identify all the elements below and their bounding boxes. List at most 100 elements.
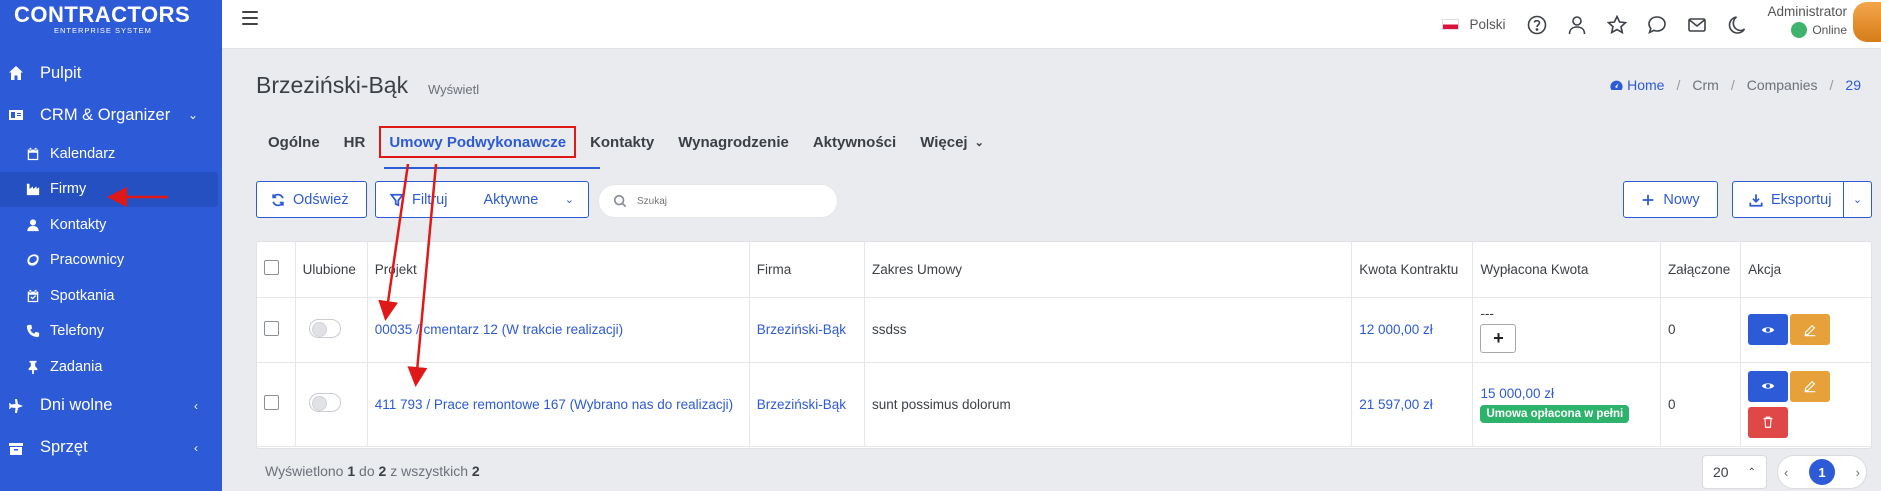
dark-mode-moon-icon[interactable]: [1727, 15, 1747, 35]
project-link[interactable]: 00035 / cmentarz 12 (W trakcie realizacj…: [375, 322, 623, 337]
thumbtack-icon: [26, 360, 40, 374]
user-info[interactable]: Administrator Online: [1767, 4, 1847, 38]
add-payment-button[interactable]: +: [1480, 324, 1517, 353]
breadcrumb-label: Home: [1627, 77, 1665, 93]
export-main[interactable]: Eksportuj: [1733, 192, 1831, 208]
breadcrumb-companies[interactable]: Companies: [1747, 77, 1818, 93]
project-link[interactable]: 411 793 / Prace remontowe 167 (Wybrano n…: [375, 397, 733, 412]
sidebar-item-firmy[interactable]: Firmy: [0, 171, 218, 207]
column-header-zakres[interactable]: Zakres Umowy: [864, 242, 1353, 298]
next-page-icon[interactable]: ›: [1856, 465, 1860, 480]
column-header-projekt[interactable]: Projekt: [367, 242, 750, 298]
help-icon[interactable]: [1527, 15, 1547, 35]
company-link[interactable]: Brzeziński-Bąk: [757, 397, 846, 412]
breadcrumb-crm[interactable]: Crm: [1692, 77, 1718, 93]
sidebar-item-kontakty[interactable]: Kontakty: [0, 207, 222, 243]
favorite-cell: [295, 362, 368, 447]
delete-button[interactable]: [1748, 406, 1789, 438]
menu-toggle-icon[interactable]: [242, 11, 258, 25]
column-header-ulubione[interactable]: Ulubione: [295, 242, 368, 298]
user-profile-icon[interactable]: [1567, 15, 1587, 35]
page-title: Brzeziński-Bąk: [256, 72, 409, 98]
search-icon: [613, 194, 627, 208]
previous-page-icon[interactable]: ‹: [1784, 465, 1788, 480]
box-icon: [8, 440, 24, 456]
lemon-icon: [26, 253, 40, 267]
sidebar-item-pulpit[interactable]: Pulpit: [0, 52, 222, 94]
status-badge: Umowa opłacona w pełni: [1480, 404, 1630, 423]
chevron-down-icon: ⌄: [974, 136, 984, 149]
chevron-down-icon[interactable]: ⌄: [1843, 182, 1871, 217]
plus-icon: [1643, 194, 1654, 205]
edit-button[interactable]: [1790, 314, 1831, 345]
sidebar-item-kalendarz[interactable]: Kalendarz: [0, 136, 222, 172]
table-info: Wyświetlono 1 do 2 z wszystkich 2: [265, 463, 480, 479]
sidebar-item-sprzet[interactable]: Sprzęt ‹: [0, 427, 222, 469]
language-selector[interactable]: Polski: [1442, 17, 1505, 32]
avatar[interactable]: [1853, 1, 1881, 42]
new-button[interactable]: Nowy: [1623, 181, 1718, 218]
table-row: 411 793 / Prace remontowe 167 (Wybrano n…: [257, 362, 1871, 447]
column-header-wyplacona[interactable]: Wypłacona Kwota: [1472, 242, 1661, 298]
amount-cell: 12 000,00 zł: [1351, 297, 1474, 363]
row-checkbox[interactable]: [264, 320, 279, 336]
phone-icon: [26, 324, 40, 338]
tab-umowy-podwykonawcze[interactable]: Umowy Podwykonawcze: [379, 126, 577, 158]
tab-ogolne[interactable]: Ogólne: [256, 124, 332, 160]
sidebar-item-spotkania[interactable]: Spotkania: [0, 278, 222, 314]
mail-icon[interactable]: [1687, 15, 1707, 35]
tab-aktywnosci[interactable]: Aktywności: [801, 124, 908, 160]
active-tab-indicator: [384, 167, 600, 169]
tab-wynagrodzenie[interactable]: Wynagrodzenie: [666, 124, 801, 160]
search-input[interactable]: [637, 195, 817, 207]
sidebar-item-dni-wolne[interactable]: Dni wolne ‹: [0, 385, 222, 427]
favorite-toggle[interactable]: [308, 318, 341, 338]
breadcrumb-home[interactable]: Home: [1610, 77, 1664, 93]
favorite-toggle[interactable]: [308, 393, 341, 412]
toolbar: Odśwież Filtruj Aktywne ⌄ Nowy Eksportuj…: [256, 181, 1872, 218]
contracts-table-card: Ulubione Projekt Firma Zakres Umowy Kwot…: [256, 241, 1872, 449]
project-cell: 411 793 / Prace remontowe 167 (Wybrano n…: [367, 362, 750, 447]
view-button[interactable]: [1748, 370, 1789, 402]
calendar-icon: [26, 147, 40, 161]
row-select-cell: [257, 362, 296, 447]
tab-hr[interactable]: HR: [332, 124, 378, 160]
column-header-zalaczone[interactable]: Załączone: [1660, 242, 1742, 298]
filter-dropdown[interactable]: Filtruj Aktywne ⌄: [375, 181, 589, 218]
view-button[interactable]: [1748, 314, 1789, 345]
company-link[interactable]: Brzeziński-Bąk: [757, 322, 846, 337]
calendar-check-icon: [26, 289, 40, 303]
tab-wiecej[interactable]: Więcej ⌄: [908, 124, 996, 160]
search-box[interactable]: [598, 184, 838, 218]
page-size-select[interactable]: 20 ⌃: [1702, 455, 1767, 489]
row-checkbox[interactable]: [264, 395, 279, 410]
sidebar-item-telefony[interactable]: Telefony: [0, 314, 222, 350]
sidebar-item-label: Spotkania: [50, 287, 115, 304]
chevron-up-icon: ⌃: [1747, 466, 1756, 478]
column-header-kwota[interactable]: Kwota Kontraktu: [1351, 242, 1474, 298]
page-number-current[interactable]: 1: [1809, 459, 1835, 485]
breadcrumb-current: 29: [1845, 77, 1861, 93]
refresh-button[interactable]: Odśwież: [256, 181, 367, 218]
eye-icon: [1762, 326, 1775, 333]
filter-icon: [390, 193, 404, 207]
sidebar-item-pracownicy[interactable]: Pracownicy: [0, 243, 222, 279]
sidebar-item-label: CRM & Organizer: [40, 105, 171, 124]
star-icon[interactable]: [1607, 14, 1628, 35]
select-all-checkbox[interactable]: [264, 260, 279, 276]
eye-icon: [1762, 383, 1775, 389]
chat-icon[interactable]: [1647, 15, 1667, 35]
export-label: Eksportuj: [1771, 191, 1832, 208]
tab-kontakty[interactable]: Kontakty: [578, 124, 666, 160]
company-cell: Brzeziński-Bąk: [749, 362, 865, 447]
export-button[interactable]: Eksportuj ⌄: [1732, 181, 1872, 218]
sidebar-item-crm[interactable]: CRM & Organizer ⌄: [0, 94, 222, 136]
sidebar-item-label: Zadania: [50, 358, 103, 375]
edit-button[interactable]: [1790, 370, 1831, 402]
sidebar-item-zadania[interactable]: Zadania: [0, 349, 222, 385]
column-header-firma[interactable]: Firma: [749, 242, 865, 298]
brand-logo[interactable]: CONTRACTORS ENTERPRISE SYSTEM: [0, 0, 222, 40]
table-info-to: 2: [378, 463, 387, 479]
sidebar: CONTRACTORS ENTERPRISE SYSTEM Pulpit CRM…: [0, 0, 222, 491]
project-cell: 00035 / cmentarz 12 (W trakcie realizacj…: [367, 297, 750, 363]
